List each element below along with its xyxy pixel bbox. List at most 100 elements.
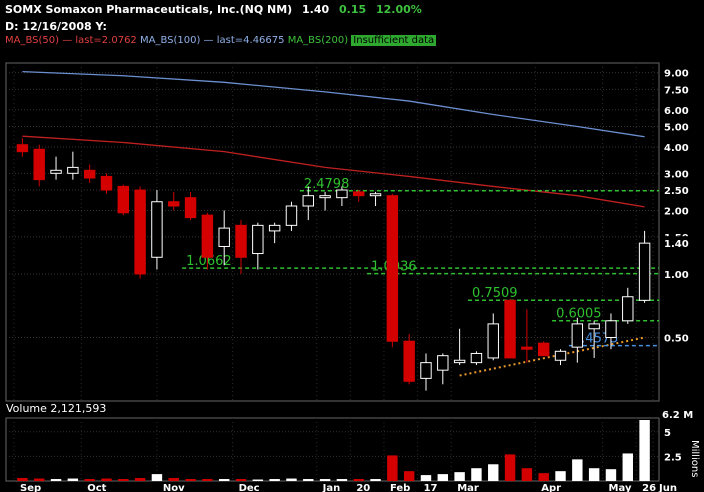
volume-bar	[202, 479, 213, 481]
volume-bar	[303, 479, 314, 481]
volume-bar	[572, 459, 583, 481]
volume-bar	[403, 471, 415, 481]
volume-bar	[50, 479, 62, 481]
date-axis: Sep Oct Nov Dec Jan 20 Feb 17 Mar Apr May 26 Jun	[20, 483, 677, 492]
candle-body	[117, 185, 130, 214]
candle-body	[353, 191, 365, 197]
x-tick-label: Oct	[87, 483, 106, 492]
volume-tick-label: 2.5	[664, 452, 682, 463]
candle-body	[16, 144, 29, 153]
level-label: 0.6005	[556, 307, 602, 322]
y-tick-label: 2.00	[664, 206, 689, 217]
volume-bar	[420, 475, 432, 481]
candle-body	[201, 214, 214, 258]
price-axis: 9.007.506.005.004.003.002.502.001.501.00…	[660, 69, 693, 463]
volume-bar	[118, 479, 129, 481]
candle-body	[605, 320, 617, 338]
volume-bar	[67, 478, 79, 481]
y-tick-label: 2.50	[664, 186, 689, 197]
volume-bar	[437, 474, 449, 481]
candle-body	[386, 195, 399, 342]
x-tick-label: Jan	[322, 483, 341, 492]
volume-bar	[286, 478, 297, 481]
volume-bar	[252, 479, 264, 481]
volume-bar	[488, 464, 499, 481]
x-tick-label: Mar	[457, 483, 479, 492]
y-tick-label: 9.00	[664, 69, 689, 80]
candle-body	[571, 323, 584, 348]
x-tick-label: Feb	[390, 483, 410, 492]
x-tick-label: Jun	[658, 483, 677, 492]
volume-bar	[504, 454, 516, 481]
x-tick-label: Sep	[20, 483, 41, 492]
volume-bar	[269, 479, 280, 481]
volume-bar	[336, 479, 348, 481]
volume-bar	[521, 468, 533, 481]
volume-bar	[370, 479, 381, 481]
volume-bar	[353, 479, 364, 481]
volume-bar	[319, 479, 331, 481]
x-tick-label: Apr	[541, 483, 561, 492]
candle-body	[588, 323, 600, 330]
volume-max-label: 6.2 M	[662, 410, 693, 421]
candle-body	[622, 296, 634, 322]
volume-bar	[218, 479, 230, 481]
candle-body	[252, 224, 264, 255]
volume-tick-label: 5	[664, 428, 671, 439]
volume-bar	[134, 478, 146, 481]
candle-body	[235, 224, 247, 258]
candle-body	[521, 346, 533, 350]
y-tick-label: 7.50	[664, 85, 689, 96]
candle-body	[83, 169, 96, 179]
candle-body	[638, 242, 651, 301]
volume-bar	[639, 420, 650, 481]
candle-body	[336, 189, 348, 199]
candle-body	[168, 201, 180, 207]
y-tick-label: 1.00	[664, 270, 689, 281]
candle-body	[369, 193, 382, 197]
volume-bar	[235, 479, 247, 481]
volume-bar	[387, 455, 398, 481]
candle-body	[218, 227, 230, 247]
volume-bar	[17, 478, 28, 481]
candle-body	[184, 197, 197, 219]
x-tick-label: May	[609, 483, 632, 492]
candle-body	[437, 355, 449, 371]
volume-bar	[538, 473, 549, 481]
candle-body	[420, 362, 432, 379]
candle-body	[537, 342, 550, 357]
level-label: 0.7509	[472, 286, 518, 301]
y-tick-label: 3.00	[664, 169, 689, 180]
y-tick-label: 4.00	[664, 143, 689, 154]
level-label: 2.4798	[304, 177, 350, 192]
volume-bar	[454, 472, 465, 481]
y-tick-label: 5.00	[664, 123, 689, 134]
volume-bar	[168, 478, 179, 481]
volume-bar	[84, 479, 95, 481]
candle-body	[67, 166, 79, 174]
candle-body	[504, 299, 516, 359]
candle-body	[554, 350, 567, 361]
candle-body	[302, 195, 314, 207]
y-tick-label: 6.00	[664, 106, 689, 117]
x-tick-label: 20	[356, 483, 370, 492]
x-tick-label: 17	[424, 483, 438, 492]
volume-bar	[151, 474, 163, 481]
candle-body	[470, 352, 483, 364]
y-tick-label: 0.50	[664, 333, 689, 344]
volume-bar	[34, 478, 45, 481]
volume-bar	[101, 478, 112, 481]
candle-body	[100, 175, 113, 191]
candle-body	[50, 169, 62, 174]
x-tick-label: Dec	[239, 483, 260, 492]
x-tick-label: Nov	[163, 483, 185, 492]
candle-body	[285, 205, 298, 226]
volume-bar	[185, 479, 196, 481]
candle-body	[453, 359, 466, 364]
candle-body	[487, 323, 499, 359]
volume-bar	[471, 468, 482, 481]
candle-body	[268, 224, 281, 232]
candle-body	[151, 201, 163, 258]
last-price-label: 1.40	[664, 239, 689, 250]
volume-bar	[555, 471, 566, 481]
